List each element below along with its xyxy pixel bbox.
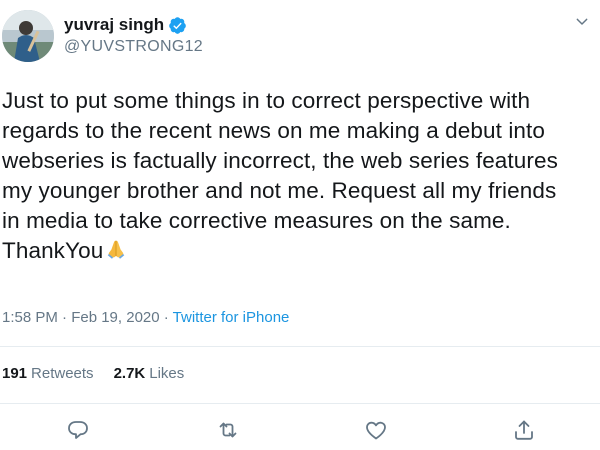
- tweet-card: yuvraj singh @YUVSTRONG12 Just to put so…: [0, 0, 600, 450]
- tweet-actions: [0, 418, 600, 444]
- tweet-text-line: ThankYou: [2, 238, 104, 263]
- tweet-timestamp[interactable]: 1:58 PM · Feb 19, 2020 ·: [2, 309, 173, 326]
- reply-icon[interactable]: [66, 418, 90, 442]
- retweets-count: 191: [2, 365, 28, 382]
- user-handle[interactable]: @YUVSTRONG12: [64, 36, 203, 58]
- tweet-text-line: in media to take corrective measures on …: [2, 208, 511, 233]
- share-icon[interactable]: [512, 418, 536, 442]
- tweet-text-line: my younger brother and not me. Request a…: [2, 178, 557, 203]
- retweet-icon[interactable]: [216, 418, 240, 442]
- likes-count: 2.7K: [113, 365, 146, 382]
- avatar[interactable]: [2, 10, 54, 62]
- divider: [0, 346, 600, 347]
- tweet-text-line: Just to put some things in to correct pe…: [2, 88, 531, 113]
- heart-icon[interactable]: [364, 418, 388, 442]
- tweet-header: yuvraj singh @YUVSTRONG12: [2, 10, 203, 62]
- tweet-source-link[interactable]: Twitter for iPhone: [173, 309, 290, 326]
- likes-stat[interactable]: 2.7K Likes: [114, 363, 185, 385]
- tweet-meta: 1:58 PM · Feb 19, 2020 · Twitter for iPh…: [2, 307, 289, 329]
- tweet-text-last-line: ThankYou: [2, 236, 592, 268]
- name-row: yuvraj singh: [64, 14, 203, 36]
- tweet-stats: 191 Retweets 2.7K Likes: [2, 363, 204, 385]
- divider: [0, 403, 600, 404]
- tweet-text: Just to put some things in to correct pe…: [2, 86, 592, 268]
- display-name[interactable]: yuvraj singh: [64, 14, 164, 36]
- verified-badge-icon: [168, 16, 187, 35]
- retweets-label: Retweets: [31, 365, 94, 382]
- folded-hands-icon: [105, 238, 127, 268]
- chevron-down-icon[interactable]: [574, 14, 590, 30]
- user-names: yuvraj singh @YUVSTRONG12: [64, 14, 203, 58]
- likes-label: Likes: [149, 365, 185, 382]
- tweet-text-line: regards to the recent news on me making …: [2, 118, 546, 143]
- tweet-text-line: webseries is factually incorrect, the we…: [2, 148, 558, 173]
- retweets-stat[interactable]: 191 Retweets: [2, 363, 94, 385]
